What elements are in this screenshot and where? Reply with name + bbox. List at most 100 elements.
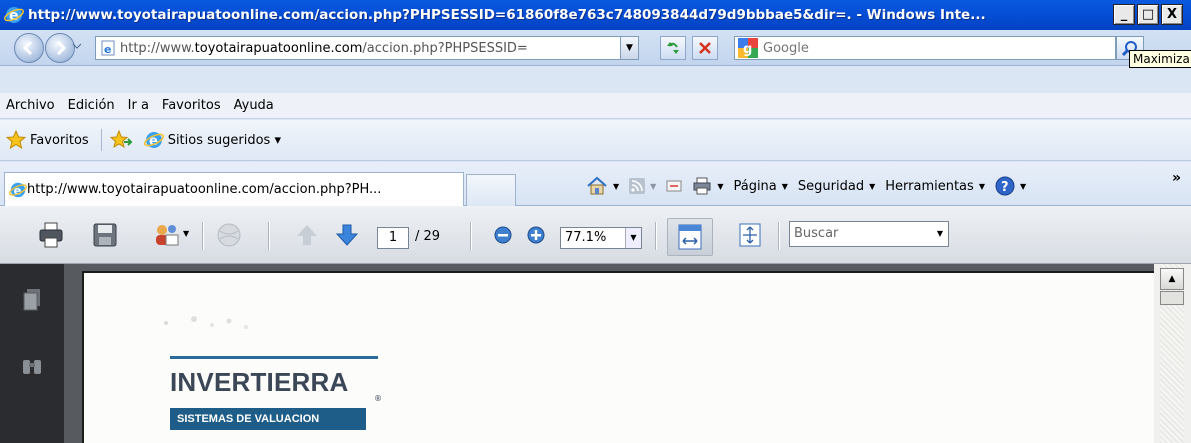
address-toolbar: e http://www.toyotairapuatoonline.com/ac… bbox=[0, 30, 1191, 66]
page-menu-label: Página bbox=[733, 178, 777, 194]
back-button[interactable] bbox=[14, 33, 44, 63]
logo-tagline: SISTEMAS DE VALUACION bbox=[170, 408, 366, 430]
help-menu[interactable]: ? ▼ bbox=[995, 176, 1026, 196]
pdf-navigation-pane bbox=[0, 264, 64, 443]
favorites-label: Favoritos bbox=[30, 132, 89, 148]
zoom-in-button[interactable] bbox=[521, 220, 551, 250]
svg-text:?: ? bbox=[1001, 180, 1009, 195]
pdf-save-button[interactable] bbox=[90, 220, 120, 250]
pdf-review-button[interactable] bbox=[214, 220, 244, 250]
refresh-button[interactable] bbox=[660, 36, 686, 60]
address-dropdown-button[interactable]: ▼ bbox=[620, 37, 638, 59]
chevron-down-icon[interactable]: ▼ bbox=[183, 229, 189, 238]
toolbar-separator bbox=[655, 222, 657, 250]
menu-edicion[interactable]: Edición bbox=[68, 98, 115, 113]
command-bar: ▼ ▼ ▼ Página ▼ Seguridad ▼ Herramientas … bbox=[586, 176, 1036, 196]
pdf-search-placeholder: Buscar bbox=[794, 226, 839, 241]
toolbar-separator bbox=[470, 222, 472, 250]
forward-arrow-icon bbox=[56, 40, 67, 56]
maximize-icon: □ bbox=[1141, 7, 1155, 22]
tools-menu[interactable]: Herramientas ▼ bbox=[885, 179, 985, 194]
security-menu[interactable]: Seguridad ▼ bbox=[798, 179, 875, 194]
arrow-up-icon: ▲ bbox=[1168, 274, 1176, 284]
help-icon: ? bbox=[995, 176, 1015, 196]
zoom-in-icon bbox=[527, 226, 545, 244]
search-input[interactable] bbox=[763, 40, 1103, 56]
chevron-down-icon: ▼ bbox=[717, 181, 724, 191]
next-page-button[interactable] bbox=[332, 220, 362, 250]
maximize-button[interactable]: □ bbox=[1137, 4, 1159, 25]
print-button[interactable]: ▼ bbox=[692, 177, 723, 195]
chevron-down-icon: ▼ bbox=[781, 181, 788, 191]
chevron-down-icon: ▼ bbox=[650, 181, 657, 191]
suggested-sites-button[interactable]: e Sitios sugeridos ▾ bbox=[143, 130, 281, 150]
chevron-down-icon: ▼ bbox=[626, 43, 633, 53]
forward-button[interactable] bbox=[45, 33, 75, 63]
mail-button[interactable] bbox=[666, 179, 682, 193]
close-button[interactable]: X bbox=[1161, 4, 1183, 25]
pdf-share-button[interactable] bbox=[152, 220, 182, 250]
chevron-down-icon: ▼ bbox=[625, 228, 641, 248]
chevron-down-icon: ▼ bbox=[1019, 181, 1027, 191]
menu-archivo[interactable]: Archivo bbox=[6, 98, 55, 113]
url-domain: toyotairapuatoonline.com bbox=[194, 40, 363, 56]
search-field[interactable]: g bbox=[734, 36, 1116, 60]
close-icon: X bbox=[1166, 7, 1178, 22]
pdf-page: INVERTIERRA ® SISTEMAS DE VALUACION bbox=[82, 271, 1154, 443]
internet-explorer-icon: e bbox=[4, 7, 24, 24]
scroll-up-button[interactable]: ▲ bbox=[1160, 268, 1184, 290]
menu-favoritos[interactable]: Favoritos bbox=[162, 98, 221, 113]
favorites-bar: Favoritos e Sitios sugeridos ▾ bbox=[0, 120, 1191, 161]
new-tab-button[interactable] bbox=[466, 174, 516, 206]
zoom-select[interactable]: 77.1% ▼ bbox=[560, 227, 642, 249]
feeds-button[interactable]: ▼ bbox=[629, 178, 656, 194]
internet-explorer-icon: e bbox=[143, 132, 164, 149]
tools-menu-label: Herramientas bbox=[885, 178, 974, 194]
pdf-toolbar: ▼ 1 / 29 77.1% ▼ bbox=[0, 206, 1191, 264]
favorites-button[interactable]: Favoritos bbox=[6, 130, 89, 150]
add-favorite-button[interactable] bbox=[109, 130, 136, 150]
arrow-up-icon bbox=[297, 225, 317, 245]
favorites-separator bbox=[100, 129, 102, 151]
address-field[interactable]: e http://www.toyotairapuatoonline.com/ac… bbox=[95, 36, 639, 60]
previous-page-button[interactable] bbox=[292, 220, 322, 250]
history-dropdown-icon[interactable] bbox=[72, 41, 82, 51]
zoom-out-button[interactable] bbox=[488, 220, 518, 250]
logo-rule bbox=[170, 356, 378, 359]
minimize-button[interactable]: _ bbox=[1113, 4, 1135, 25]
mail-icon bbox=[666, 180, 682, 192]
chevron-down-icon: ▼ bbox=[869, 181, 876, 191]
tab-active[interactable]: e http://www.toyotairapuatoonline.com/ac… bbox=[4, 172, 464, 206]
registered-mark: ® bbox=[374, 394, 382, 403]
internet-explorer-icon: e bbox=[9, 182, 27, 197]
rss-feed-icon bbox=[629, 178, 646, 194]
stop-button[interactable] bbox=[692, 36, 718, 60]
toolbar-overflow-button[interactable]: » bbox=[1172, 170, 1181, 186]
security-menu-label: Seguridad bbox=[797, 178, 865, 194]
google-icon: g bbox=[738, 38, 758, 58]
menu-ir-a[interactable]: Ir a bbox=[128, 98, 149, 113]
home-button[interactable]: ▼ bbox=[586, 176, 619, 196]
zoom-value: 77.1% bbox=[565, 230, 607, 245]
menu-ayuda[interactable]: Ayuda bbox=[234, 98, 274, 113]
chevron-down-icon[interactable]: ▼ bbox=[932, 222, 948, 246]
scan-noise bbox=[164, 316, 248, 329]
toolbar-separator bbox=[778, 222, 780, 250]
search-binoculars-icon[interactable] bbox=[22, 356, 42, 376]
page-number-input[interactable]: 1 bbox=[377, 227, 409, 249]
home-icon bbox=[587, 176, 607, 195]
logo-wordmark: INVERTIERRA bbox=[170, 367, 349, 397]
vertical-scrollbar[interactable]: ▲ bbox=[1154, 264, 1191, 443]
star-icon bbox=[6, 130, 26, 150]
back-arrow-icon bbox=[22, 40, 33, 56]
maximize-tooltip: Maximizar bbox=[1129, 50, 1191, 68]
pages-icon[interactable] bbox=[22, 288, 42, 312]
printer-icon bbox=[693, 177, 711, 195]
pdf-search-field[interactable]: Buscar ▼ bbox=[789, 221, 949, 247]
pdf-print-button[interactable] bbox=[36, 220, 66, 250]
fit-page-button[interactable] bbox=[735, 220, 765, 250]
fit-width-button[interactable] bbox=[667, 218, 713, 256]
page-menu[interactable]: Página ▼ bbox=[733, 179, 787, 194]
toolbar-separator bbox=[268, 222, 270, 250]
scroll-thumb[interactable] bbox=[1160, 291, 1184, 305]
